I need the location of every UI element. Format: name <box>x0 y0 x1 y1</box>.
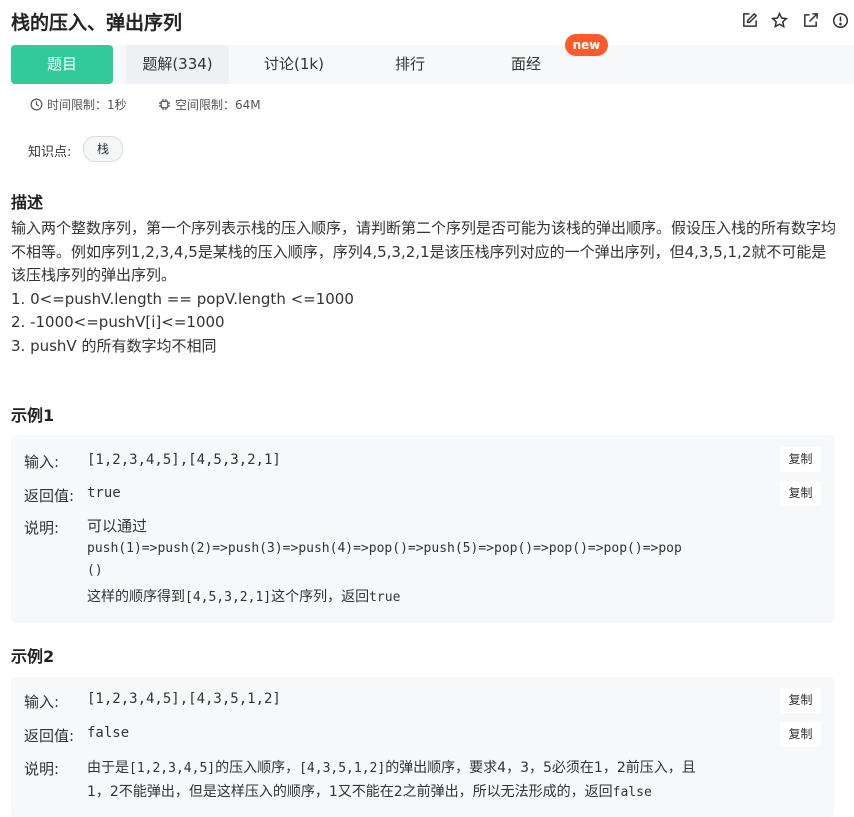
input-label: 输入: <box>24 693 60 711</box>
explain-code: [4,5,3,2,1] <box>185 590 272 605</box>
tab-bar: 题目 题解(334) 讨论(1k) 排行 面经 <box>11 45 854 84</box>
description-heading: 描述 <box>11 193 44 212</box>
explain-line: push(1)=>push(2)=>push(3)=>push(4)=>pop(… <box>87 541 682 556</box>
constraint-3: 3. pushV 的所有数字均不相同 <box>11 336 217 355</box>
explain-text: 的压入顺序， <box>215 760 300 776</box>
problem-title: 栈的压入、弹出序列 <box>11 12 183 34</box>
clock-icon <box>30 98 43 111</box>
tab-problem[interactable]: 题目 <box>11 45 113 84</box>
return-value: false <box>87 725 130 741</box>
example1-box: 输入: [1,2,3,4,5],[4,5,3,2,1] 复制 返回值: true… <box>11 435 834 623</box>
tab-discussion[interactable]: 讨论(1k) <box>243 45 345 84</box>
description-paragraph: 输入两个整数序列，第一个序列表示栈的压入顺序，请判断第二个序列是否可能为该栈的弹… <box>11 219 837 284</box>
description-body: 输入两个整数序列，第一个序列表示栈的压入顺序，请判断第二个序列是否可能为该栈的弹… <box>11 217 837 358</box>
explain-line: 由于是[1,2,3,4,5]的压入顺序，[4,3,5,1,2]的弹出顺序，要求4… <box>87 757 696 777</box>
constraint-2: 2. -1000<=pushV[i]<=1000 <box>11 313 225 331</box>
copy-return-button[interactable]: 复制 <box>780 722 821 747</box>
input-value: [1,2,3,4,5],[4,5,3,2,1] <box>87 452 281 468</box>
return-label: 返回值: <box>24 727 75 745</box>
explain-text: 由于是 <box>87 760 129 776</box>
explain-code: true <box>369 590 401 605</box>
explain-line: 1，2不能弹出，但是这样压入的顺序，1又不能在2之前弹出，所以无法形成的，返回f… <box>87 781 652 801</box>
space-limit-text: 空间限制：64M <box>175 98 261 112</box>
explain-line: () <box>87 563 103 578</box>
copy-input-button[interactable]: 复制 <box>780 688 821 713</box>
star-icon[interactable] <box>770 11 788 29</box>
explain-code: [4,3,5,1,2] <box>299 761 386 776</box>
explain-label: 说明: <box>24 519 60 537</box>
explain-text: 的弹出顺序，要求4，3，5必须在1，2前压入，且 <box>385 760 696 776</box>
return-value: true <box>87 485 121 501</box>
explain-code: false <box>612 785 652 800</box>
tab-interview[interactable]: 面经 <box>475 45 577 84</box>
explain-line: 这样的顺序得到[4,5,3,2,1]这个序列，返回true <box>87 586 400 606</box>
example2-box: 输入: [1,2,3,4,5],[4,3,5,1,2] 复制 返回值: fals… <box>11 677 834 817</box>
tab-ranking[interactable]: 排行 <box>359 45 461 84</box>
new-badge: new <box>565 34 608 56</box>
constraint-1: 1. 0<=pushV.length == popV.length <=1000 <box>11 289 354 308</box>
explain-label: 说明: <box>24 760 60 778</box>
copy-return-button[interactable]: 复制 <box>780 481 821 506</box>
space-limit: 空间限制：64M <box>158 96 261 113</box>
copy-input-button[interactable]: 复制 <box>780 447 821 472</box>
report-icon[interactable] <box>831 11 849 29</box>
knowledge-tag[interactable]: 栈 <box>83 136 123 162</box>
return-label: 返回值: <box>24 487 75 505</box>
input-label: 输入: <box>24 453 60 471</box>
share-icon[interactable] <box>801 11 819 29</box>
explain-text: 这样的顺序得到 <box>87 589 185 605</box>
explain-line: 可以通过 <box>87 517 148 535</box>
input-value: [1,2,3,4,5],[4,3,5,1,2] <box>87 691 281 707</box>
time-limit: 时间限制：1秒 <box>30 96 127 113</box>
memory-icon <box>158 98 171 111</box>
explain-text: 这个序列，返回 <box>271 589 370 605</box>
explain-code: [1,2,3,4,5] <box>129 761 216 776</box>
edit-icon[interactable] <box>740 11 758 29</box>
time-limit-text: 时间限制：1秒 <box>47 98 127 112</box>
example1-heading: 示例1 <box>11 406 55 425</box>
explain-text: 1，2不能弹出，但是这样压入的顺序，1又不能在2之前弹出，所以无法形成的，返回 <box>87 784 613 800</box>
tab-solutions[interactable]: 题解(334) <box>126 45 229 84</box>
knowledge-label: 知识点: <box>28 145 72 160</box>
example2-heading: 示例2 <box>11 647 55 666</box>
